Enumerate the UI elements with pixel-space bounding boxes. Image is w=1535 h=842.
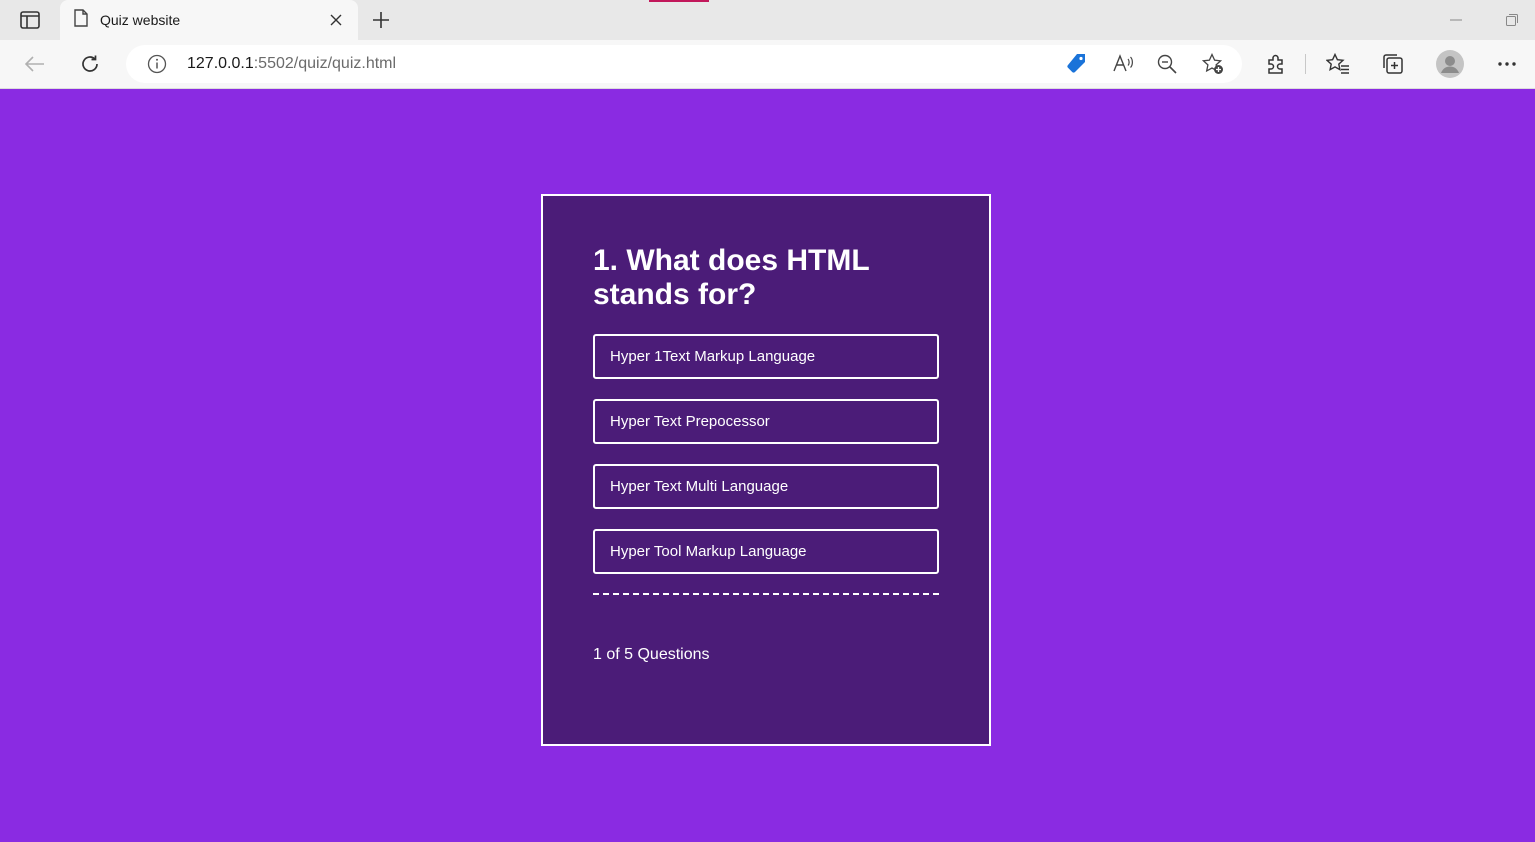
back-arrow-icon[interactable] [20,50,50,78]
more-menu-icon[interactable] [1492,50,1522,78]
tab-title: Quiz website [100,12,181,28]
url-path: :5502/quiz/quiz.html [253,55,397,72]
read-aloud-icon[interactable] [1111,53,1135,75]
dashed-divider [593,593,939,595]
answer-option-3[interactable]: Hyper Text Multi Language [593,464,939,509]
url-text[interactable]: 127.0.0.1:5502/quiz/quiz.html [187,54,396,74]
profile-avatar-icon[interactable] [1433,49,1467,79]
answer-option-1[interactable]: Hyper 1Text Markup Language [593,334,939,379]
tab-quiz-website[interactable]: Quiz website [60,0,358,40]
tab-actions-icon[interactable] [14,8,46,32]
question-counter: 1 of 5 Questions [593,646,710,663]
page-icon [74,8,88,32]
tab-strip: Quiz website [0,0,1535,40]
minimize-icon[interactable] [1446,10,1466,30]
plus-icon[interactable] [368,8,394,32]
extensions-icon[interactable] [1261,50,1291,78]
refresh-icon[interactable] [75,50,105,78]
add-favorite-icon[interactable] [1201,53,1225,75]
toolbar-divider [1305,54,1306,74]
collections-icon[interactable] [1378,50,1408,78]
answer-option-2[interactable]: Hyper Text Prepocessor [593,399,939,444]
close-icon[interactable] [326,10,346,30]
address-bar[interactable]: 127.0.0.1:5502/quiz/quiz.html [126,45,1242,83]
accent-line [649,0,709,2]
question-title: 1. What does HTML stands for? [593,244,870,311]
restore-icon[interactable] [1502,10,1522,30]
favorites-icon[interactable] [1323,50,1353,78]
shopping-tag-icon[interactable] [1064,53,1088,75]
info-icon[interactable] [146,54,168,74]
zoom-out-icon[interactable] [1155,53,1179,75]
url-host: 127.0.0.1 [187,55,254,72]
browser-toolbar: 127.0.0.1:5502/quiz/quiz.html [0,40,1535,89]
quiz-card: 1. What does HTML stands for? Hyper 1Tex… [541,194,991,746]
answer-option-4[interactable]: Hyper Tool Markup Language [593,529,939,574]
